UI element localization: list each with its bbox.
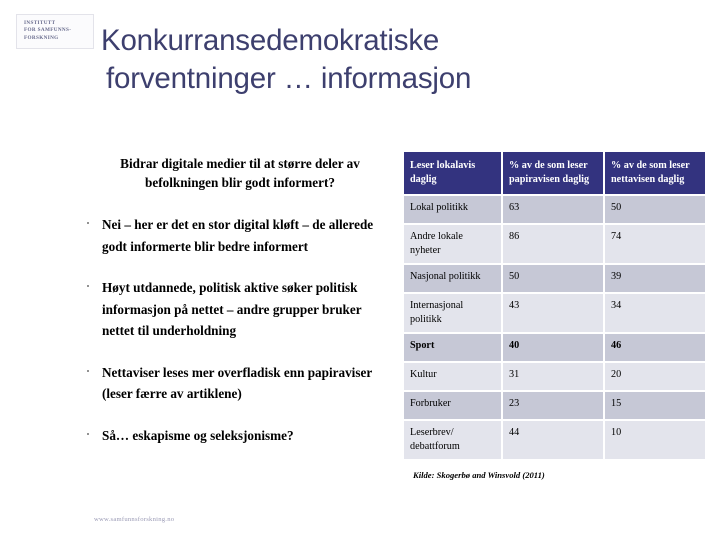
- slide-title-line-1: Konkurransedemokratiske: [101, 24, 440, 57]
- list-item: Så… eskapisme og seleksjonisme?: [84, 425, 396, 447]
- cell-paper-value: 50: [503, 265, 603, 292]
- cell-category: Internasjonal politikk: [404, 294, 501, 332]
- cell-category: Nasjonal politikk: [404, 265, 501, 292]
- cell-online-value: 74: [605, 225, 705, 263]
- cell-online-value: 10: [605, 421, 705, 459]
- logo-line-2: FOR SAMFUNNS-: [24, 27, 72, 34]
- cell-category: Lokal politikk: [404, 196, 501, 223]
- bullet-list: Nei – her er det en stor digital kløft –…: [84, 214, 396, 446]
- table-row: Leserbrev/ debattforum 44 10: [404, 421, 705, 459]
- logo-line-1: INSTITUTT: [24, 20, 56, 26]
- table-header-row: Leser lokalavis daglig % av de som leser…: [404, 152, 705, 194]
- slide-title: Konkurransedemokratiske forventninger … …: [101, 22, 701, 98]
- cell-category: Kultur: [404, 363, 501, 390]
- cell-online-value: 46: [605, 334, 705, 361]
- column-header-online: % av de som leser nettavisen daglig: [605, 152, 705, 194]
- list-item-text: Nei – her er det en stor digital kløft –…: [102, 217, 374, 254]
- lead-question: Bidrar digitale medier til at større del…: [120, 156, 360, 190]
- column-header-paper: % av de som leser papiravisen daglig: [503, 152, 603, 194]
- cell-online-value: 39: [605, 265, 705, 292]
- bullet-dot-icon: [87, 285, 89, 287]
- slide-title-line-2: forventninger … informasjon: [106, 62, 472, 95]
- list-item: Nettaviser leses mer overfladisk enn pap…: [84, 362, 396, 405]
- table-row: Forbruker 23 15: [404, 392, 705, 419]
- table-row: Lokal politikk 63 50: [404, 196, 705, 223]
- cell-paper-value: 40: [503, 334, 603, 361]
- column-header-category: Leser lokalavis daglig: [404, 152, 501, 194]
- bullet-dot-icon: [87, 432, 89, 435]
- cell-category: Sport: [404, 334, 501, 361]
- footer-website-url: www.samfunnsforskning.no: [94, 516, 175, 523]
- cell-category: Forbruker: [404, 392, 501, 419]
- presentation-slide: INSTITUTT FOR SAMFUNNS- FORSKNING Konkur…: [0, 0, 720, 540]
- cell-paper-value: 23: [503, 392, 603, 419]
- list-item: Høyt utdannede, politisk aktive søker po…: [84, 277, 396, 342]
- table-source-note: Kilde: Skogerbø and Winsvold (2011): [413, 470, 545, 480]
- bullet-dot-icon: [87, 369, 89, 372]
- table-row: Kultur 31 20: [404, 363, 705, 390]
- statistics-table: Leser lokalavis daglig % av de som leser…: [402, 150, 707, 461]
- list-item: Nei – her er det en stor digital kløft –…: [84, 214, 396, 257]
- list-item-text: Høyt utdannede, politisk aktive søker po…: [102, 280, 362, 338]
- cell-paper-value: 44: [503, 421, 603, 459]
- table-header: Leser lokalavis daglig % av de som leser…: [404, 152, 705, 194]
- cell-paper-value: 86: [503, 225, 603, 263]
- logo-line-3: FORSKNING: [24, 34, 59, 41]
- table-row: Sport 40 46: [404, 334, 705, 361]
- cell-online-value: 50: [605, 196, 705, 223]
- list-item-text: Nettaviser leses mer overfladisk enn pap…: [102, 364, 372, 402]
- bullet-dot-icon: [87, 222, 89, 224]
- table-row: Nasjonal politikk 50 39: [404, 265, 705, 292]
- table-body: Lokal politikk 63 50 Andre lokale nyhete…: [404, 196, 705, 459]
- cell-category: Leserbrev/ debattforum: [404, 421, 501, 459]
- cell-paper-value: 31: [503, 363, 603, 390]
- cell-paper-value: 63: [503, 196, 603, 223]
- content-left-column: Bidrar digitale medier til at større del…: [84, 155, 396, 466]
- cell-category: Andre lokale nyheter: [404, 225, 501, 263]
- list-item-text: Så… eskapisme og seleksjonisme?: [102, 427, 294, 443]
- statistics-table-container: Leser lokalavis daglig % av de som leser…: [404, 152, 705, 459]
- table-row: Andre lokale nyheter 86 74: [404, 225, 705, 263]
- cell-paper-value: 43: [503, 294, 603, 332]
- cell-online-value: 15: [605, 392, 705, 419]
- institute-logo: INSTITUTT FOR SAMFUNNS- FORSKNING: [16, 14, 94, 49]
- cell-online-value: 20: [605, 363, 705, 390]
- table-row: Internasjonal politikk 43 34: [404, 294, 705, 332]
- cell-online-value: 34: [605, 294, 705, 332]
